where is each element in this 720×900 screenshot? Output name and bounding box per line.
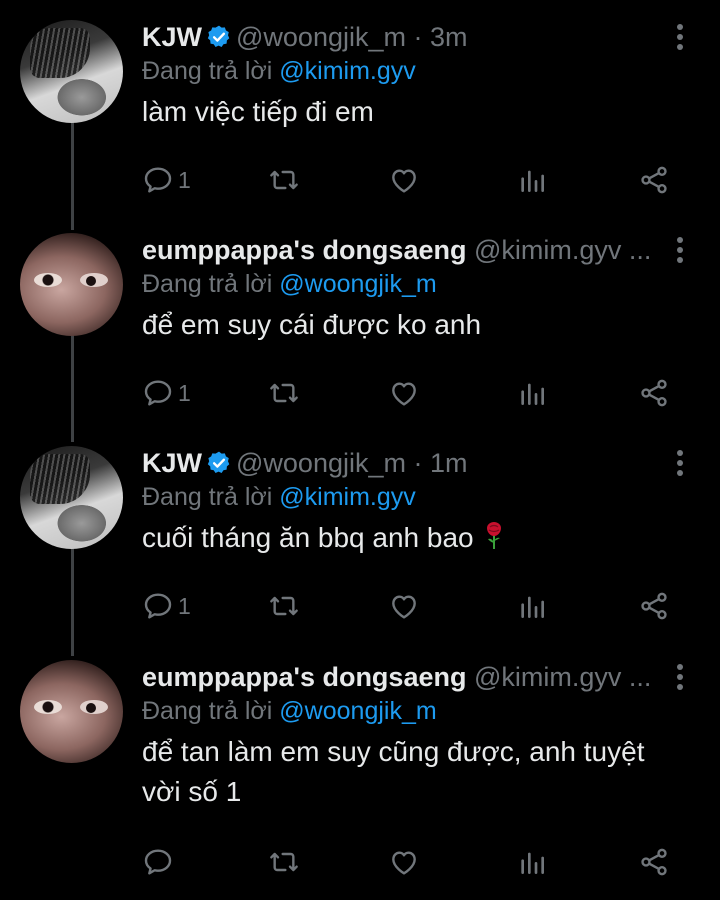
- reply-prefix: Đang trả lời: [142, 270, 273, 298]
- display-name[interactable]: KJW: [142, 448, 202, 478]
- tweet[interactable]: eumppappa's dongsaeng @kimim.gyv ... Đan…: [0, 233, 720, 433]
- reply-icon: [142, 846, 174, 878]
- views-button[interactable]: [516, 162, 548, 198]
- tweet-header: KJW @woongjik_m · 1m: [142, 446, 660, 480]
- like-button[interactable]: [388, 588, 420, 624]
- mention-link[interactable]: @kimim.gyv: [279, 57, 416, 85]
- share-button[interactable]: [638, 844, 670, 880]
- display-name[interactable]: KJW: [142, 22, 202, 52]
- share-button[interactable]: [638, 588, 670, 624]
- share-icon: [638, 846, 670, 878]
- views-button[interactable]: [516, 375, 548, 411]
- handle-time: @woongjik_m · 1m: [236, 448, 468, 478]
- like-button[interactable]: [388, 844, 420, 880]
- retweet-icon: [268, 846, 300, 878]
- retweet-button[interactable]: [268, 588, 300, 624]
- tweet-header: KJW @woongjik_m · 3m: [142, 20, 660, 54]
- reply-count: 1: [178, 379, 191, 406]
- handle-time: @kimim.gyv ...: [473, 662, 652, 692]
- retweet-icon: [268, 164, 300, 196]
- reply-prefix: Đang trả lời: [142, 483, 273, 511]
- tweet-text: làm việc tiếp đi em: [142, 96, 374, 127]
- reply-prefix: Đang trả lời: [142, 697, 273, 725]
- kjw-avatar[interactable]: [20, 20, 123, 123]
- more-options-icon[interactable]: [676, 237, 684, 267]
- like-icon: [388, 164, 420, 196]
- retweet-button[interactable]: [268, 162, 300, 198]
- like-button[interactable]: [388, 162, 420, 198]
- reply-count: 1: [178, 166, 191, 193]
- share-button[interactable]: [638, 162, 670, 198]
- share-icon: [638, 590, 670, 622]
- tweet-header: eumppappa's dongsaeng @kimim.gyv ...: [142, 660, 660, 694]
- mention-link[interactable]: @woongjik_m: [279, 697, 436, 725]
- eumppappa-avatar[interactable]: [20, 660, 123, 763]
- action-bar: [142, 844, 682, 880]
- retweet-button[interactable]: [268, 844, 300, 880]
- tweet-text-content: cuối tháng ăn bbq anh bao: [142, 522, 474, 553]
- reply-button[interactable]: [142, 844, 178, 880]
- share-icon: [638, 164, 670, 196]
- display-name[interactable]: eumppappa's dongsaeng: [142, 662, 466, 692]
- views-button[interactable]: [516, 588, 548, 624]
- eumppappa-avatar[interactable]: [20, 233, 123, 336]
- more-options-icon[interactable]: [676, 450, 684, 480]
- replying-to: Đang trả lời @kimim.gyv: [142, 54, 416, 88]
- like-button[interactable]: [388, 375, 420, 411]
- verified-badge-icon: [206, 24, 232, 50]
- rose-icon: [487, 522, 502, 549]
- reply-icon: [142, 164, 174, 196]
- tweet-text: để tan làm em suy cũng được, anh tuyệt v…: [142, 736, 645, 807]
- tweet[interactable]: KJW @woongjik_m · 3m Đang trả lời @kimim.…: [0, 20, 720, 220]
- views-icon: [516, 164, 548, 196]
- like-icon: [388, 590, 420, 622]
- replying-to: Đang trả lời @woongjik_m: [142, 267, 437, 301]
- verified-badge-icon: [206, 450, 232, 476]
- action-bar: 1: [142, 162, 682, 198]
- tweet[interactable]: eumppappa's dongsaeng @kimim.gyv ... Đan…: [0, 660, 720, 900]
- like-icon: [388, 377, 420, 409]
- reply-count: 1: [178, 592, 191, 619]
- reply-button[interactable]: 1: [142, 162, 191, 198]
- handle-time: @kimim.gyv ...: [473, 235, 652, 265]
- more-options-icon[interactable]: [676, 664, 684, 694]
- tweet-text: cuối tháng ăn bbq anh bao: [142, 518, 682, 558]
- tweet-header: eumppappa's dongsaeng @kimim.gyv ...: [142, 233, 660, 267]
- views-button[interactable]: [516, 844, 548, 880]
- share-button[interactable]: [638, 375, 670, 411]
- tweet[interactable]: KJW @woongjik_m · 1m Đang trả lời @kimim.…: [0, 446, 720, 646]
- share-icon: [638, 377, 670, 409]
- views-icon: [516, 377, 548, 409]
- reply-icon: [142, 590, 174, 622]
- reply-button[interactable]: 1: [142, 588, 191, 624]
- retweet-icon: [268, 377, 300, 409]
- kjw-avatar[interactable]: [20, 446, 123, 549]
- display-name[interactable]: eumppappa's dongsaeng: [142, 235, 466, 265]
- retweet-button[interactable]: [268, 375, 300, 411]
- reply-prefix: Đang trả lời: [142, 57, 273, 85]
- more-options-icon[interactable]: [676, 24, 684, 54]
- views-icon: [516, 846, 548, 878]
- handle-time: @woongjik_m · 3m: [236, 22, 468, 52]
- reply-icon: [142, 377, 174, 409]
- views-icon: [516, 590, 548, 622]
- replying-to: Đang trả lời @woongjik_m: [142, 694, 437, 728]
- mention-link[interactable]: @woongjik_m: [279, 270, 436, 298]
- mention-link[interactable]: @kimim.gyv: [279, 483, 416, 511]
- action-bar: 1: [142, 588, 682, 624]
- replying-to: Đang trả lời @kimim.gyv: [142, 480, 416, 514]
- like-icon: [388, 846, 420, 878]
- tweet-text: để em suy cái được ko anh: [142, 309, 482, 340]
- reply-button[interactable]: 1: [142, 375, 191, 411]
- retweet-icon: [268, 590, 300, 622]
- action-bar: 1: [142, 375, 682, 411]
